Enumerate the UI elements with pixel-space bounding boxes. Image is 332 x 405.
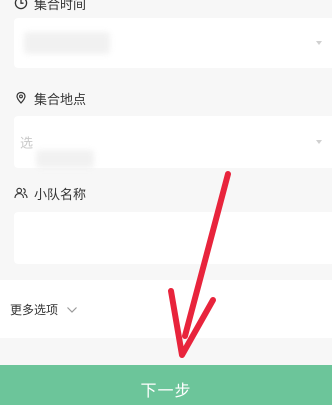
redacted-value	[24, 32, 110, 54]
more-options-label: 更多选项	[10, 303, 59, 317]
more-options-row[interactable]: 更多选项	[0, 280, 332, 338]
team-name-label: 小队名称	[14, 184, 87, 203]
meeting-time-field[interactable]	[14, 18, 332, 68]
dropdown-arrow-icon	[316, 41, 322, 45]
redacted-value	[36, 150, 94, 168]
team-name-label-text: 小队名称	[34, 187, 87, 203]
meeting-place-value: 选	[20, 136, 34, 152]
meeting-place-label-text: 集合地点	[34, 92, 87, 108]
next-step-button[interactable]: 下一步	[0, 365, 332, 405]
dropdown-arrow-icon	[316, 140, 322, 144]
meeting-time-label: 集合时间	[14, 0, 87, 13]
people-icon	[14, 187, 28, 199]
chevron-down-icon	[67, 306, 77, 313]
meeting-place-label: 集合地点	[14, 89, 87, 108]
location-pin-icon	[16, 91, 26, 104]
clock-icon	[14, 0, 28, 10]
meeting-time-label-text: 集合时间	[34, 0, 87, 13]
meeting-place-field[interactable]: 选	[14, 116, 332, 168]
team-name-input[interactable]	[14, 212, 332, 264]
